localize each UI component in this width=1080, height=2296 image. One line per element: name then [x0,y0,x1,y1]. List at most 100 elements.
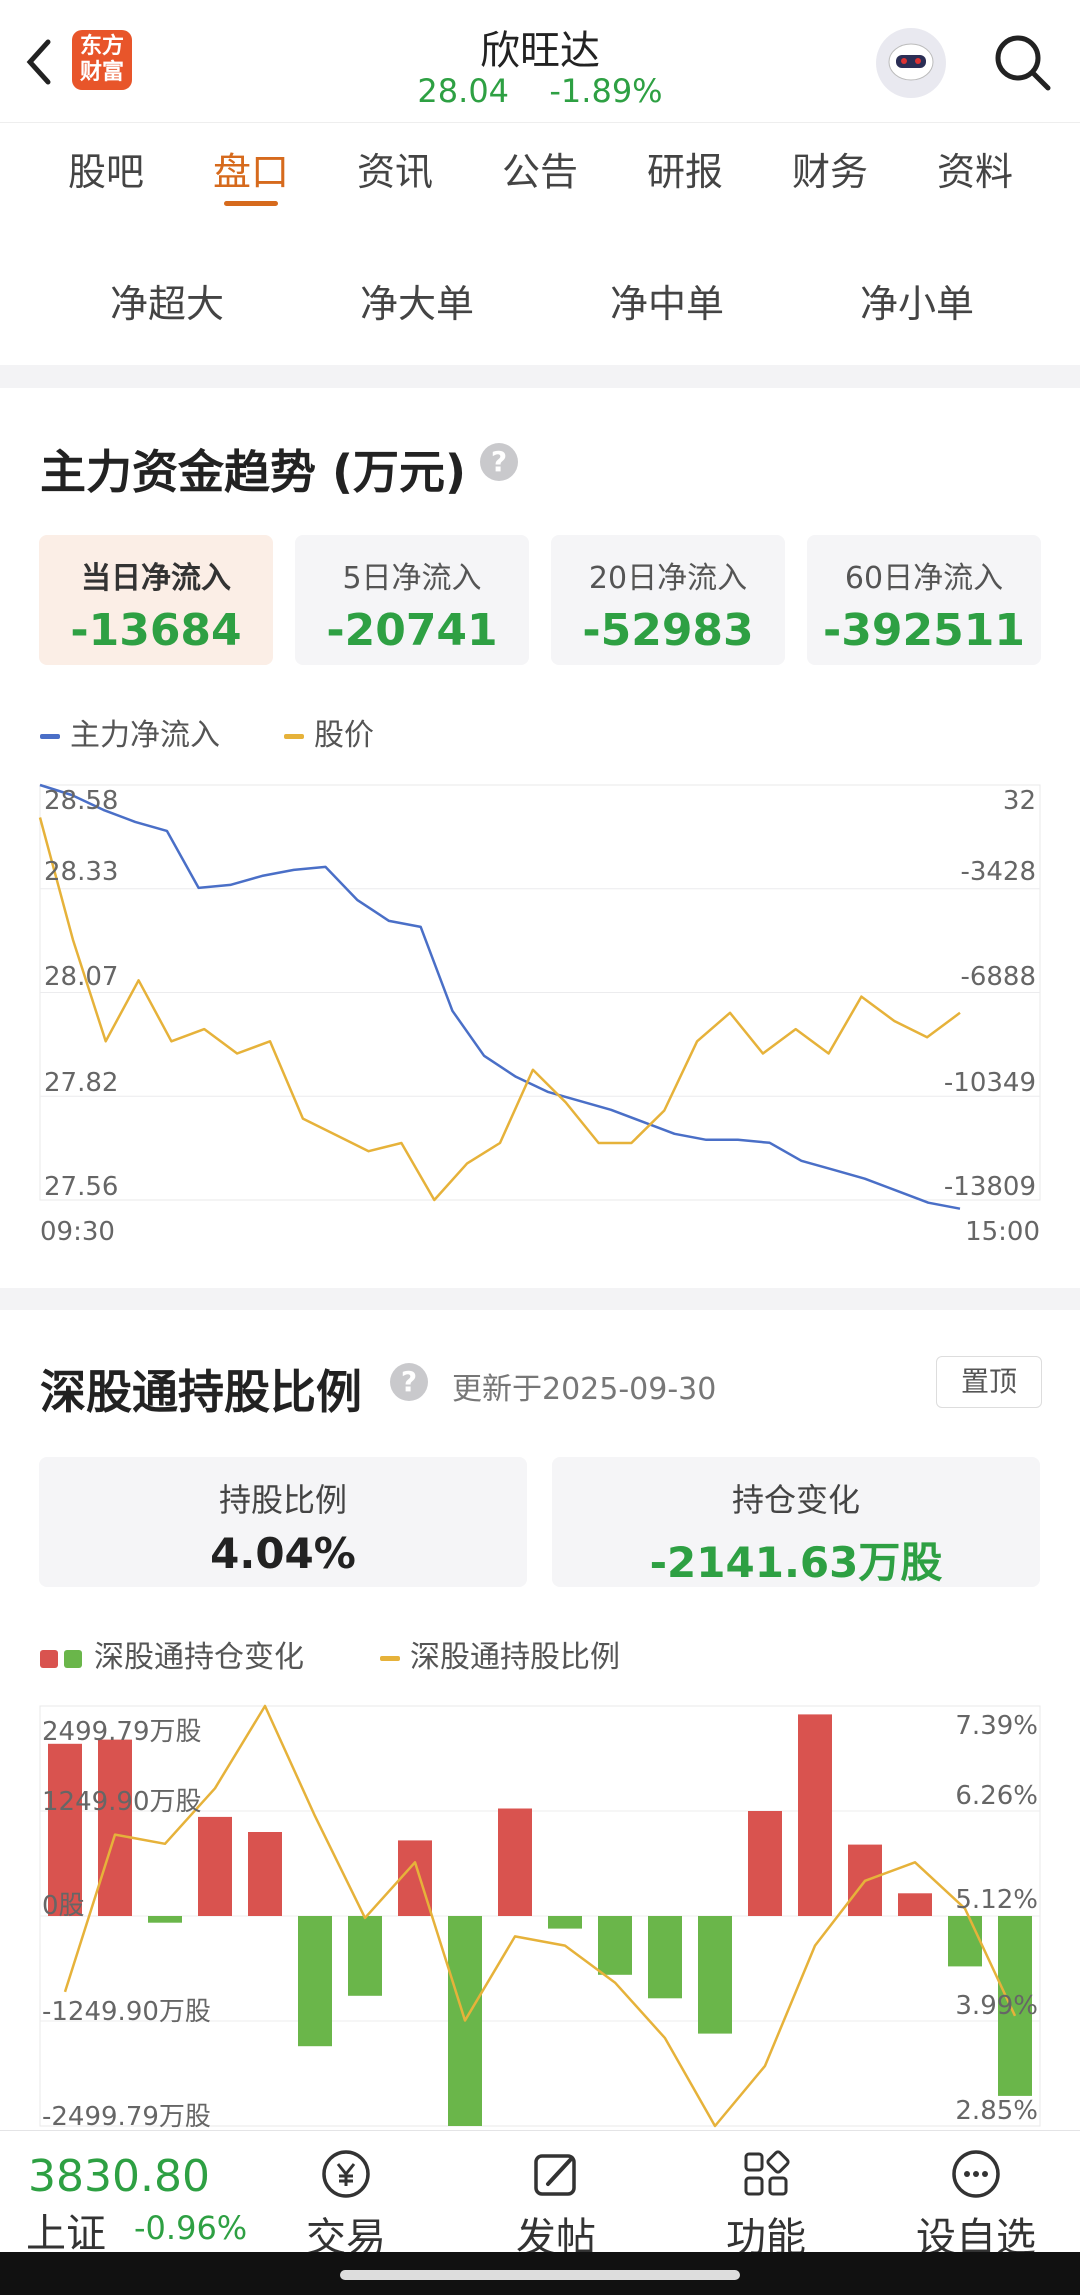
holding-ratio-label: 持股比例 [218,1481,347,1519]
ratio-tick: 6.26% [955,1781,1038,1811]
bar-decrease [298,1916,332,2047]
time-end: 15:00 [965,1217,1040,1247]
index-ticker[interactable]: 3830.80 上证 -0.96% [22,2131,282,2257]
ratio-tick: 5.12% [955,1885,1038,1915]
holding-change-label: 持仓变化 [731,1481,860,1519]
stat-value: -392511 [823,605,1025,656]
tab-announcements[interactable]: 公告 [502,141,578,196]
home-indicator-area [0,2252,1080,2295]
flow-tick: -10349 [943,1068,1036,1098]
flow-tick: -13809 [943,1172,1036,1202]
time-start: 09:30 [40,1217,115,1247]
stat-20day[interactable]: 20日净流入 -52983 [551,535,785,665]
tab-finance[interactable]: 财务 [792,141,868,196]
stock-change: -1.89% [549,72,663,110]
holding-tick: -2499.79万股 [42,2102,211,2132]
bar-decrease [548,1916,582,1929]
bar-decrease [348,1916,382,1996]
holding-tick: 1249.90万股 [42,1787,202,1817]
legend-swatch [40,734,60,739]
stat-value: -52983 [582,605,754,656]
price-tick: 27.56 [44,1172,119,1202]
nav-watchlist[interactable]: 设自选 [906,2143,1046,2263]
yen-icon [276,2143,416,2205]
search-icon[interactable] [990,30,1054,94]
active-tab-indicator [224,201,278,206]
stat-5day[interactable]: 5日净流入 -20741 [295,535,529,665]
nav-post[interactable]: 发帖 [486,2143,626,2263]
holding-change-value: -2141.63万股 [649,1538,943,1587]
hk-holding-title: 深股通持股比例 [40,1365,362,1419]
bar-increase [248,1832,282,1916]
flow-tab-small[interactable]: 净小单 [860,273,974,328]
stock-price: 28.04 [417,72,510,110]
bar-increase [798,1714,832,1916]
legend-label: 深股通持仓变化 [94,1640,304,1675]
tab-profile[interactable]: 资料 [937,141,1013,196]
robot-assistant-icon[interactable] [876,28,946,98]
legend-swatch [284,734,304,739]
tab-pankou[interactable]: 盘口 [213,141,289,196]
legend-price: 股价 [284,710,374,754]
fund-trend-chart [38,783,1041,1210]
price-tick: 27.82 [44,1068,119,1098]
stat-value: -20741 [326,605,498,656]
nav-functions[interactable]: 功能 [696,2143,836,2263]
bar-decrease [948,1916,982,1967]
legend-swatch-green [64,1649,82,1668]
main-tabs: 股吧 盘口 资讯 公告 研报 财务 资料 [0,122,1080,216]
nav-trade[interactable]: 交易 [276,2143,416,2263]
hk-holding-chart [39,1704,1041,2128]
stat-60day[interactable]: 60日净流入 -392511 [807,535,1041,665]
holding-tick: 2499.79万股 [42,1717,202,1747]
flow-tab-super-large[interactable]: 净超大 [110,273,224,328]
header: 东方 财富 欣旺达 28.04 -1.89% [0,0,1080,122]
flow-tab-large[interactable]: 净大单 [360,273,474,328]
flow-tab-medium[interactable]: 净中单 [610,273,724,328]
bar-decrease [148,1916,182,1923]
stat-label: 5日净流入 [342,561,482,596]
bar-decrease [698,1916,732,2034]
series-line [39,783,961,1210]
pin-button[interactable]: 置顶 [936,1356,1042,1408]
holding-ratio-value: 4.04% [210,1529,356,1578]
home-indicator[interactable] [340,2270,740,2280]
bar-increase [898,1893,932,1916]
help-icon[interactable]: ? [390,1363,428,1401]
series-line [38,817,961,1202]
flow-tick: -3428 [960,857,1036,887]
flow-tick: 32 [1002,786,1036,816]
price-tick: 28.33 [44,857,119,887]
ratio-tick: 2.85% [955,2096,1038,2126]
flow-tabs: 净超大 净大单 净中单 净小单 [0,215,1080,365]
stat-today[interactable]: 当日净流入 -13684 [39,535,273,665]
help-icon[interactable]: ? [480,443,518,481]
bar-increase [198,1816,232,1916]
edit-icon [486,2143,626,2205]
tab-news[interactable]: 资讯 [357,141,433,196]
legend-holding-ratio: 深股通持股比例 [380,1632,620,1676]
bar-increase [498,1808,532,1916]
stat-label: 当日净流入 [81,561,231,596]
stat-label: 20日净流入 [588,561,748,596]
tab-guba[interactable]: 股吧 [68,141,144,196]
ratio-tick: 3.99% [955,1991,1038,2021]
price-tick: 28.58 [44,786,119,816]
bar-increase [98,1739,132,1916]
index-name: 上证 [26,2211,106,2257]
bar-decrease [648,1916,682,1999]
bar-increase [398,1840,432,1916]
bar-increase [748,1811,782,1916]
tab-research[interactable]: 研报 [647,141,723,196]
legend-label: 股价 [314,718,374,753]
fund-trend-title: 主力资金趋势 (万元) [40,445,467,499]
index-change: -0.96% [134,2209,248,2247]
holding-ratio-box: 持股比例 4.04% [39,1457,527,1587]
holding-tick: -1249.90万股 [42,1997,211,2027]
stat-value: -13684 [70,605,242,656]
legend-swatch-red [40,1649,58,1668]
holding-change-box: 持仓变化 -2141.63万股 [552,1457,1040,1587]
legend-holding-change: 深股通持仓变化 [40,1632,304,1676]
index-value: 3830.80 [28,2151,210,2202]
holding-tick: 0股 [42,1891,85,1921]
